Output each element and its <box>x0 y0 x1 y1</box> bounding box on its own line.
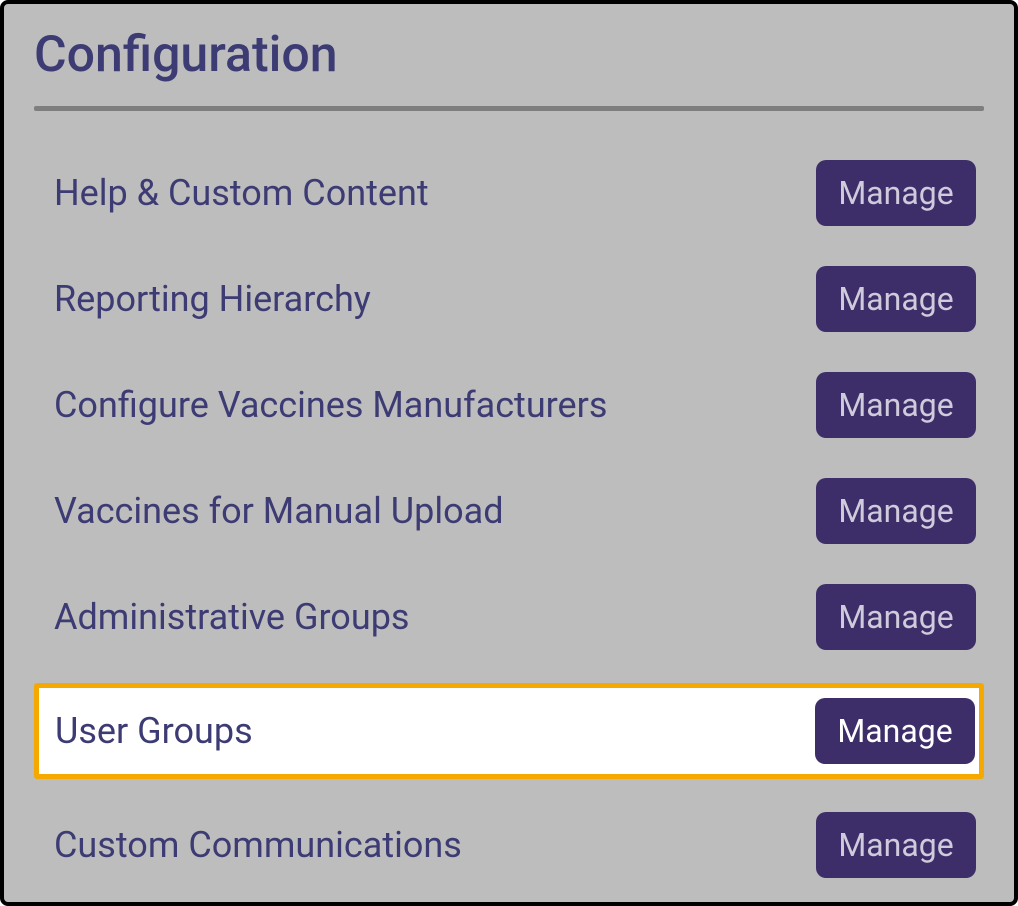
row-configure-vaccines-manufacturers: Configure Vaccines Manufacturers Manage <box>34 365 984 445</box>
row-label: User Groups <box>55 710 253 752</box>
row-administrative-groups: Administrative Groups Manage <box>34 577 984 657</box>
manage-button-administrative-groups[interactable]: Manage <box>816 584 976 650</box>
manage-button-configure-vaccines-manufacturers[interactable]: Manage <box>816 372 976 438</box>
divider <box>34 106 984 111</box>
manage-button-help-custom-content[interactable]: Manage <box>816 160 976 226</box>
row-label: Configure Vaccines Manufacturers <box>54 384 607 426</box>
row-label: Vaccines for Manual Upload <box>54 490 504 532</box>
row-label: Administrative Groups <box>54 596 409 638</box>
manage-button-user-groups[interactable]: Manage <box>815 698 975 764</box>
manage-button-vaccines-manual-upload[interactable]: Manage <box>816 478 976 544</box>
manage-button-custom-communications[interactable]: Manage <box>816 812 976 878</box>
row-user-groups: User Groups Manage <box>34 683 984 779</box>
row-label: Custom Communications <box>54 824 462 866</box>
page-title: Configuration <box>34 26 984 84</box>
manage-button-reporting-hierarchy[interactable]: Manage <box>816 266 976 332</box>
row-label: Reporting Hierarchy <box>54 278 371 320</box>
configuration-rows: Help & Custom Content Manage Reporting H… <box>34 153 984 885</box>
row-reporting-hierarchy: Reporting Hierarchy Manage <box>34 259 984 339</box>
row-label: Help & Custom Content <box>54 172 429 214</box>
row-vaccines-manual-upload: Vaccines for Manual Upload Manage <box>34 471 984 551</box>
row-custom-communications: Custom Communications Manage <box>34 805 984 885</box>
row-help-custom-content: Help & Custom Content Manage <box>34 153 984 233</box>
configuration-panel: Configuration Help & Custom Content Mana… <box>0 0 1018 906</box>
